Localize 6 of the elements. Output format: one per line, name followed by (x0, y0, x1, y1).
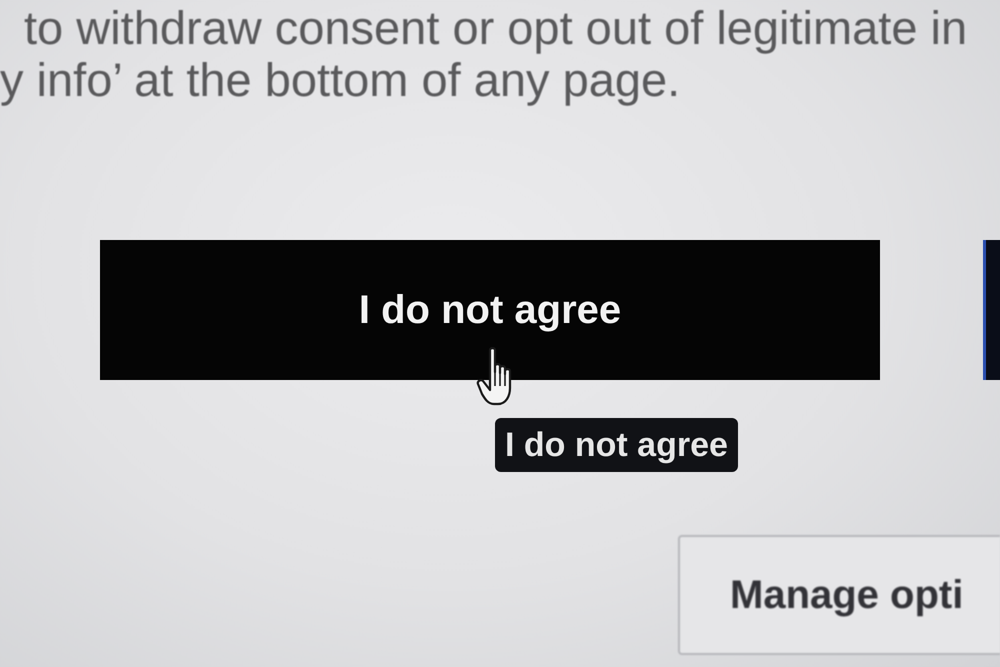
disagree-button[interactable]: I do not agree (100, 240, 880, 380)
tooltip: I do not agree (495, 418, 738, 472)
partial-button[interactable] (983, 240, 1000, 380)
body-text: to withdraw consent or opt out of legitimate in (23, 2, 968, 54)
manage-options-button[interactable]: Manage opti (678, 535, 1000, 655)
body-text: y info’ at the bottom of any page. (0, 54, 682, 106)
